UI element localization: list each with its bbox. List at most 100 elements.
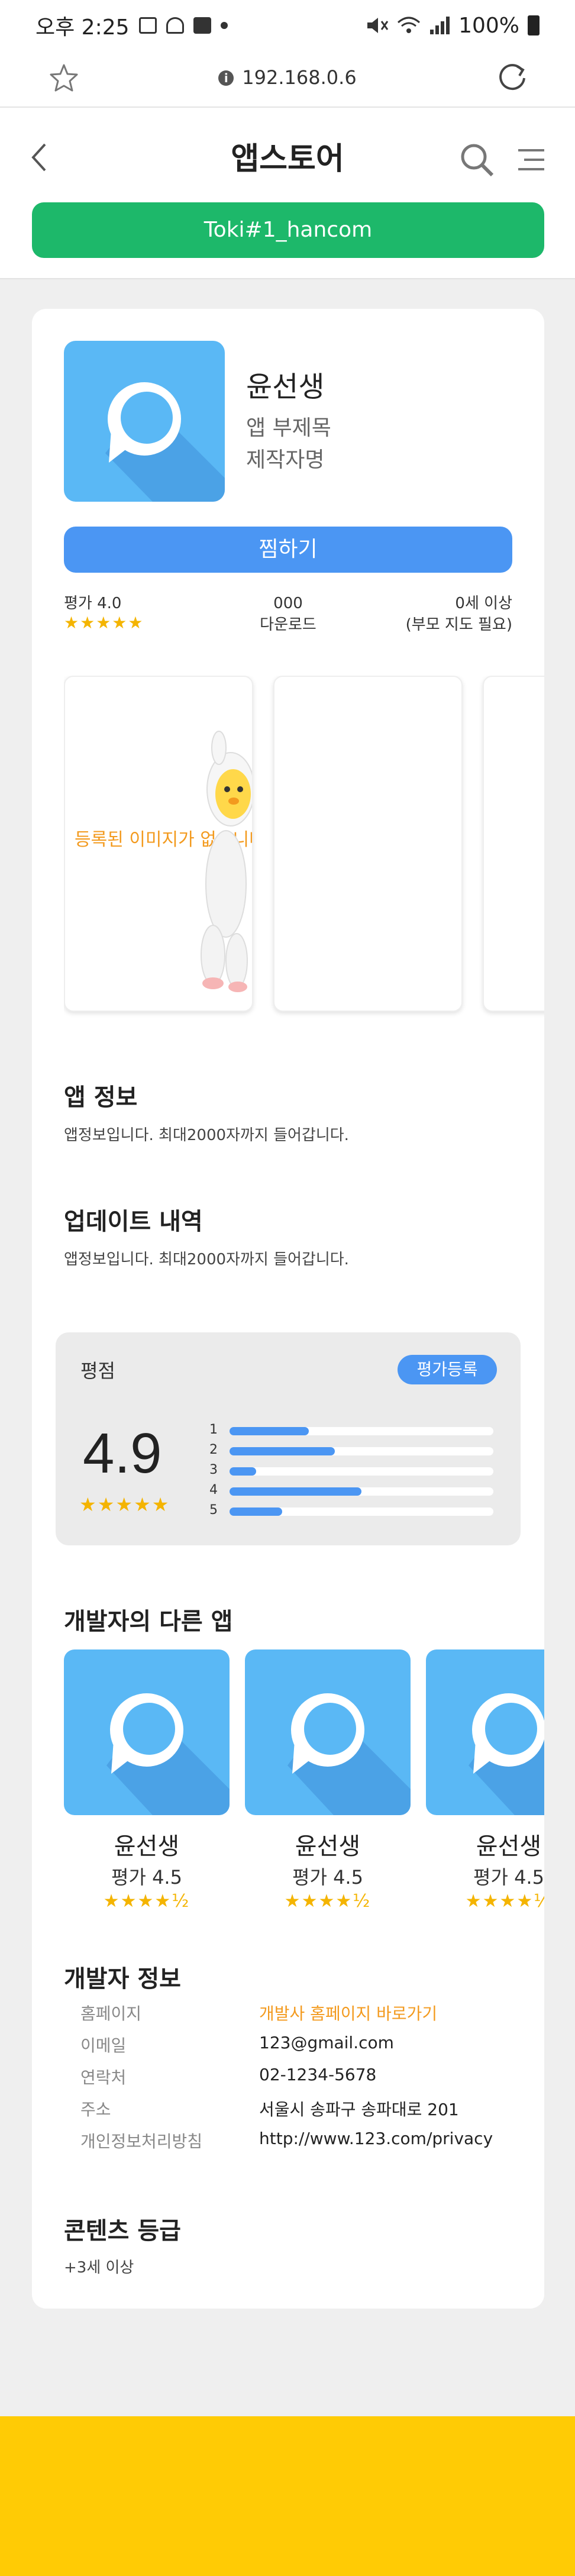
browser-bar: i 192.168.0.6: [0, 51, 575, 108]
chat-bubble-icon: [106, 1693, 230, 1815]
bar-fill: [230, 1467, 256, 1476]
developer-key: 홈페이지: [80, 2004, 142, 2023]
developer-key: 이메일: [80, 2036, 127, 2055]
developer-row: 이메일 123@gmail.com: [80, 2033, 530, 2065]
app-info-body: 앱정보입니다. 최대2000자까지 들어갑니다.: [64, 1126, 349, 1144]
notification-dot-icon: [220, 22, 228, 29]
bar-label: 4: [209, 1483, 218, 1497]
bar-track: [230, 1427, 493, 1435]
rating-bar-row: 3: [209, 1461, 493, 1481]
bar-label: 1: [209, 1422, 218, 1437]
update-history-body: 앱정보입니다. 최대2000자까지 들어갑니다.: [64, 1251, 349, 1268]
app-header: 앱스토어 Toki#1_hancom: [0, 108, 575, 279]
signal-icon: [430, 17, 450, 34]
developer-phone: 02-1234-5678: [259, 2065, 377, 2084]
battery-percent: 100%: [458, 13, 519, 38]
developer-row: 개인정보처리방침 http://www.123.com/privacy: [80, 2129, 530, 2161]
address-bar[interactable]: i 192.168.0.6: [0, 66, 575, 89]
mascot-illustration: [201, 731, 252, 992]
privacy-policy-url: http://www.123.com/privacy: [259, 2129, 493, 2148]
developer-key: 연락처: [80, 2068, 127, 2087]
developer-info-table: 홈페이지 개발사 홈페이지 바로가기 이메일 123@gmail.com 연락처 02…: [80, 2001, 530, 2161]
other-app-rating: 평가 4.5: [292, 1866, 363, 1889]
other-app-name: 윤선생: [114, 1833, 180, 1860]
bar-track: [230, 1467, 493, 1476]
developer-email: 123@gmail.com: [259, 2033, 394, 2052]
other-app-item[interactable]: 윤선생 평가 4.5 ★★★★½: [245, 1649, 411, 1912]
status-right: 100%: [365, 14, 540, 38]
screenshot-carousel[interactable]: 등록된 이미지가 없습니다: [64, 676, 544, 1019]
bar-track: [230, 1507, 493, 1516]
wishlist-button[interactable]: 찜하기: [64, 527, 512, 573]
content-rating-value: +3세 이상: [64, 2259, 134, 2277]
developer-key: 개인정보처리방침: [80, 2132, 203, 2151]
other-app-icon: [426, 1649, 544, 1815]
average-stars: ★★★★★: [79, 1493, 170, 1516]
age-rating-info: 0세 이상 (부모 지도 필요): [406, 593, 512, 635]
developer-info-title: 개발자 정보: [64, 1965, 181, 1993]
app-icon: [64, 341, 225, 502]
app-detail-card: 윤선생 앱 부제목 제작자명 찜하기 평가 4.0 ★★★★★ 000 다운로드…: [32, 309, 544, 2309]
other-app-stars: ★★★★½: [103, 1891, 190, 1912]
bar-label: 3: [209, 1463, 218, 1477]
info-icon[interactable]: i: [218, 70, 234, 86]
chat-bubble-icon: [469, 1693, 544, 1815]
url-text: 192.168.0.6: [242, 66, 357, 89]
battery-icon: [528, 15, 540, 35]
app-badge-icon: [193, 17, 211, 34]
bottom-banner: [0, 2416, 575, 2576]
developer-row: 주소 서울시 송파구 송파대로 201: [80, 2097, 530, 2129]
app-meta-row: 평가 4.0 ★★★★★ 000 다운로드 0세 이상 (부모 지도 필요): [64, 593, 512, 640]
developer-key: 주소: [80, 2100, 111, 2119]
mute-icon: [367, 18, 389, 33]
other-app-stars: ★★★★½: [465, 1891, 544, 1912]
weather-icon: [166, 17, 184, 34]
screenshot-3[interactable]: [483, 676, 544, 1012]
other-app-name: 윤선생: [295, 1833, 361, 1860]
app-subtitle: 앱 부제목: [246, 416, 331, 440]
other-apps-carousel[interactable]: 윤선생 평가 4.5 ★★★★½ 윤선생 평가 4.5 ★★★★½ 윤선생 평가…: [64, 1649, 544, 1916]
bar-track: [230, 1487, 493, 1496]
rating-bar-row: 5: [209, 1502, 493, 1522]
rating-bar-row: 4: [209, 1481, 493, 1502]
app-name: 윤선생: [246, 370, 325, 403]
update-history-title: 업데이트 내역: [64, 1208, 203, 1235]
developer-row: 연락처 02-1234-5678: [80, 2065, 530, 2097]
chat-bubble-icon: [105, 382, 225, 502]
register-rating-button[interactable]: 평가등록: [398, 1355, 497, 1384]
status-bar: 오후 2:25 100%: [0, 0, 575, 51]
average-score: 4.9: [83, 1422, 162, 1485]
other-apps-title: 개발자의 다른 앱: [64, 1608, 233, 1635]
rating-box: 평점 평가등록 4.9 ★★★★★ 1 2 3 4 5: [56, 1332, 521, 1545]
wifi-icon: [398, 17, 421, 33]
bar-fill: [230, 1427, 309, 1435]
screenshot-1[interactable]: 등록된 이미지가 없습니다: [64, 676, 253, 1012]
other-app-rating: 평가 4.5: [473, 1866, 544, 1889]
app-info-title: 앱 정보: [64, 1084, 138, 1111]
reload-icon[interactable]: [495, 60, 530, 96]
status-left: 오후 2:25: [35, 10, 228, 41]
rating-bar-row: 1: [209, 1421, 493, 1441]
bar-fill: [230, 1487, 361, 1496]
app-author: 제작자명: [246, 448, 325, 472]
other-app-item[interactable]: 윤선생 평가 4.5 ★★★★½: [426, 1649, 544, 1912]
user-button[interactable]: Toki#1_hancom: [32, 202, 544, 258]
rating-label: 평점: [80, 1360, 115, 1382]
bar-fill: [230, 1507, 283, 1516]
menu-icon[interactable]: [516, 147, 547, 173]
other-app-icon: [64, 1649, 230, 1815]
other-app-rating: 평가 4.5: [111, 1866, 182, 1889]
search-icon[interactable]: [458, 141, 496, 179]
developer-address: 서울시 송파구 송파대로 201: [259, 2100, 459, 2119]
rating-distribution: 1 2 3 4 5: [209, 1421, 493, 1522]
age-value: 0세 이상: [455, 595, 512, 612]
homepage-link[interactable]: 개발사 홈페이지 바로가기: [259, 2001, 437, 2025]
bar-fill: [230, 1447, 335, 1455]
bar-track: [230, 1447, 493, 1455]
rating-bar-row: 2: [209, 1441, 493, 1461]
chat-bubble-icon: [288, 1693, 411, 1815]
gallery-icon: [138, 17, 157, 34]
other-app-item[interactable]: 윤선생 평가 4.5 ★★★★½: [64, 1649, 230, 1912]
screenshot-2[interactable]: [273, 676, 463, 1012]
age-note: (부모 지도 필요): [405, 616, 512, 634]
